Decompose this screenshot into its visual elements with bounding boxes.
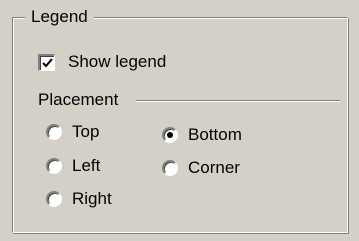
show-legend-checkbox[interactable] bbox=[38, 53, 55, 71]
radio-button[interactable] bbox=[162, 127, 178, 143]
radio-label-corner: Corner bbox=[188, 158, 240, 177]
checkmark-icon bbox=[42, 57, 53, 67]
show-legend-checkbox-row[interactable]: Show legend bbox=[38, 51, 166, 73]
radio-label-right: Right bbox=[72, 189, 112, 208]
radio-placement-corner[interactable]: Corner bbox=[162, 157, 240, 179]
placement-separator bbox=[136, 100, 340, 102]
radio-selected-dot-icon bbox=[167, 132, 173, 138]
radio-placement-left[interactable]: Left bbox=[46, 155, 100, 177]
radio-button[interactable] bbox=[46, 191, 62, 207]
show-legend-label: Show legend bbox=[68, 52, 167, 71]
radio-placement-top[interactable]: Top bbox=[46, 121, 99, 143]
radio-button[interactable] bbox=[162, 160, 178, 176]
legend-group-title: Legend bbox=[25, 6, 94, 28]
radio-label-bottom: Bottom bbox=[188, 125, 242, 144]
radio-button[interactable] bbox=[46, 158, 62, 174]
radio-label-top: Top bbox=[72, 122, 100, 141]
radio-placement-bottom[interactable]: Bottom bbox=[162, 124, 242, 146]
legend-settings-panel: Legend Show legend Placement Top Left Ri… bbox=[0, 0, 359, 241]
radio-placement-right[interactable]: Right bbox=[46, 188, 112, 210]
placement-label: Placement bbox=[38, 90, 119, 109]
radio-label-left: Left bbox=[72, 156, 101, 175]
radio-button[interactable] bbox=[46, 124, 62, 140]
